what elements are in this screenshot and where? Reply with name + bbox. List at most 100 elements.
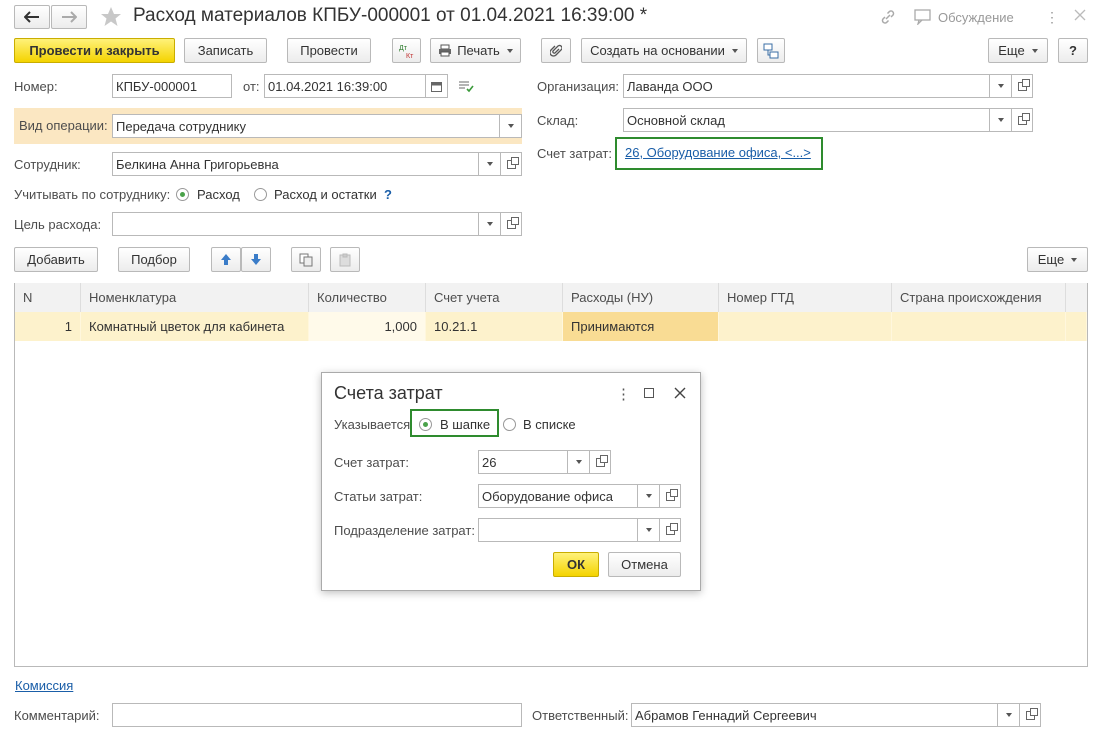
org-field[interactable]: Лаванда ООО bbox=[623, 74, 990, 98]
col-header-gtd[interactable]: Номер ГТД bbox=[719, 283, 892, 312]
purpose-dropdown[interactable] bbox=[479, 212, 501, 236]
dialog-title: Счета затрат bbox=[334, 383, 443, 403]
post-and-close-button[interactable]: Провести и закрыть bbox=[14, 38, 175, 63]
table-cell-account[interactable]: 10.21.1 bbox=[426, 312, 563, 341]
radio-expense-balance-label[interactable]: Расход и остатки bbox=[274, 187, 377, 202]
col-header-expenses[interactable]: Расходы (НУ) bbox=[563, 283, 719, 312]
more-button[interactable]: Еще bbox=[988, 38, 1048, 63]
dialog-account-dropdown[interactable] bbox=[568, 450, 590, 474]
back-button[interactable] bbox=[14, 5, 50, 29]
create-based-on-label: Создать на основании bbox=[590, 43, 725, 58]
dialog-account-field[interactable]: 26 bbox=[478, 450, 568, 474]
hint-icon[interactable]: ? bbox=[384, 187, 392, 202]
copy-button[interactable] bbox=[291, 247, 321, 272]
help-button[interactable]: ? bbox=[1058, 38, 1088, 63]
maximize-icon[interactable] bbox=[644, 388, 654, 398]
purpose-field[interactable] bbox=[112, 212, 479, 236]
responsible-open-button[interactable] bbox=[1019, 703, 1041, 727]
warehouse-field[interactable]: Основной склад bbox=[623, 108, 990, 132]
open-icon bbox=[665, 522, 678, 535]
dialog-menu-icon[interactable]: ⋮ bbox=[616, 385, 631, 403]
warehouse-dropdown[interactable] bbox=[990, 108, 1012, 132]
radio-expense-label[interactable]: Расход bbox=[197, 187, 240, 202]
window-menu-icon[interactable]: ⋮ bbox=[1045, 10, 1059, 26]
number-label: Номер: bbox=[14, 79, 58, 94]
attach-button[interactable] bbox=[541, 38, 571, 63]
number-field[interactable]: КПБУ-000001 bbox=[112, 74, 232, 98]
close-icon[interactable] bbox=[1074, 9, 1088, 23]
org-open-button[interactable] bbox=[1011, 74, 1033, 98]
dialog-items-field[interactable]: Оборудование офиса bbox=[478, 484, 638, 508]
col-header-n[interactable]: N bbox=[15, 283, 81, 312]
link-icon[interactable] bbox=[880, 9, 896, 25]
commission-link[interactable]: Комиссия bbox=[15, 678, 73, 693]
col-header-country[interactable]: Страна происхождения bbox=[892, 283, 1066, 312]
dialog-close-icon[interactable] bbox=[674, 387, 686, 399]
radio-in-list-label[interactable]: В списке bbox=[523, 417, 576, 432]
dialog-account-open-button[interactable] bbox=[589, 450, 611, 474]
dt-kt-button[interactable]: Дт Кт bbox=[392, 38, 421, 63]
discussion-label[interactable]: Обсуждение bbox=[938, 10, 1014, 25]
open-icon bbox=[506, 216, 519, 229]
registry-icon[interactable] bbox=[458, 80, 476, 94]
arrow-left-icon bbox=[24, 11, 39, 23]
more-label: Еще bbox=[998, 43, 1025, 58]
favorite-star-icon[interactable] bbox=[99, 5, 123, 29]
save-button[interactable]: Записать bbox=[184, 38, 267, 63]
structure-button[interactable] bbox=[757, 38, 785, 63]
table-cell-expenses[interactable]: Принимаются bbox=[563, 312, 719, 341]
col-header-quantity[interactable]: Количество bbox=[309, 283, 426, 312]
dialog-account-label: Счет затрат: bbox=[334, 455, 409, 470]
operation-field[interactable]: Передача сотруднику bbox=[112, 114, 500, 138]
dialog-cancel-button[interactable]: Отмена bbox=[608, 552, 681, 577]
comment-field[interactable] bbox=[112, 703, 522, 727]
responsible-dropdown[interactable] bbox=[998, 703, 1020, 727]
employee-dropdown[interactable] bbox=[479, 152, 501, 176]
table-cell-country[interactable] bbox=[892, 312, 1066, 341]
purpose-open-button[interactable] bbox=[500, 212, 522, 236]
dialog-items-dropdown[interactable] bbox=[638, 484, 660, 508]
dialog-ok-button[interactable]: ОК bbox=[553, 552, 599, 577]
radio-expense[interactable] bbox=[176, 188, 189, 201]
radio-expense-balance[interactable] bbox=[254, 188, 267, 201]
org-dropdown[interactable] bbox=[990, 74, 1012, 98]
calendar-button[interactable] bbox=[426, 74, 448, 98]
date-field[interactable]: 01.04.2021 16:39:00 bbox=[264, 74, 426, 98]
create-based-on-button[interactable]: Создать на основании bbox=[581, 38, 747, 63]
dialog-dept-field[interactable] bbox=[478, 518, 638, 542]
table-cell-n[interactable]: 1 bbox=[15, 312, 81, 341]
paste-button[interactable] bbox=[330, 247, 360, 272]
move-down-button[interactable] bbox=[241, 247, 271, 272]
print-button[interactable]: Печать bbox=[430, 38, 521, 63]
warehouse-label: Склад: bbox=[537, 113, 579, 128]
col-header-account[interactable]: Счет учета bbox=[426, 283, 563, 312]
pick-button[interactable]: Подбор bbox=[118, 247, 190, 272]
dialog-items-open-button[interactable] bbox=[659, 484, 681, 508]
cost-account-link[interactable]: 26, Оборудование офиса, <...> bbox=[625, 145, 811, 160]
date-label: от: bbox=[243, 79, 260, 94]
comment-label: Комментарий: bbox=[14, 708, 100, 723]
radio-in-header[interactable] bbox=[419, 418, 432, 431]
employee-open-button[interactable] bbox=[500, 152, 522, 176]
table-more-button[interactable]: Еще bbox=[1027, 247, 1088, 272]
operation-dropdown[interactable] bbox=[500, 114, 522, 138]
col-header-nomenclature[interactable]: Номенклатура bbox=[81, 283, 309, 312]
table-cell-gtd[interactable] bbox=[719, 312, 892, 341]
radio-in-list[interactable] bbox=[503, 418, 516, 431]
employee-field[interactable]: Белкина Анна Григорьевна bbox=[112, 152, 479, 176]
radio-in-header-label[interactable]: В шапке bbox=[440, 417, 490, 432]
discussion-icon[interactable] bbox=[914, 9, 932, 27]
dt-kt-icon: Дт Кт bbox=[399, 45, 414, 60]
table-cell-nomenclature[interactable]: Комнатный цветок для кабинета bbox=[81, 312, 309, 341]
warehouse-open-button[interactable] bbox=[1011, 108, 1033, 132]
add-button[interactable]: Добавить bbox=[14, 247, 98, 272]
post-button[interactable]: Провести bbox=[287, 38, 371, 63]
responsible-label: Ответственный: bbox=[532, 708, 629, 723]
move-up-button[interactable] bbox=[211, 247, 241, 272]
dialog-dept-dropdown[interactable] bbox=[638, 518, 660, 542]
forward-button[interactable] bbox=[51, 5, 87, 29]
arrow-right-icon bbox=[62, 11, 77, 23]
responsible-field[interactable]: Абрамов Геннадий Сергеевич bbox=[631, 703, 998, 727]
dialog-dept-open-button[interactable] bbox=[659, 518, 681, 542]
table-cell-quantity[interactable]: 1,000 bbox=[309, 312, 426, 341]
